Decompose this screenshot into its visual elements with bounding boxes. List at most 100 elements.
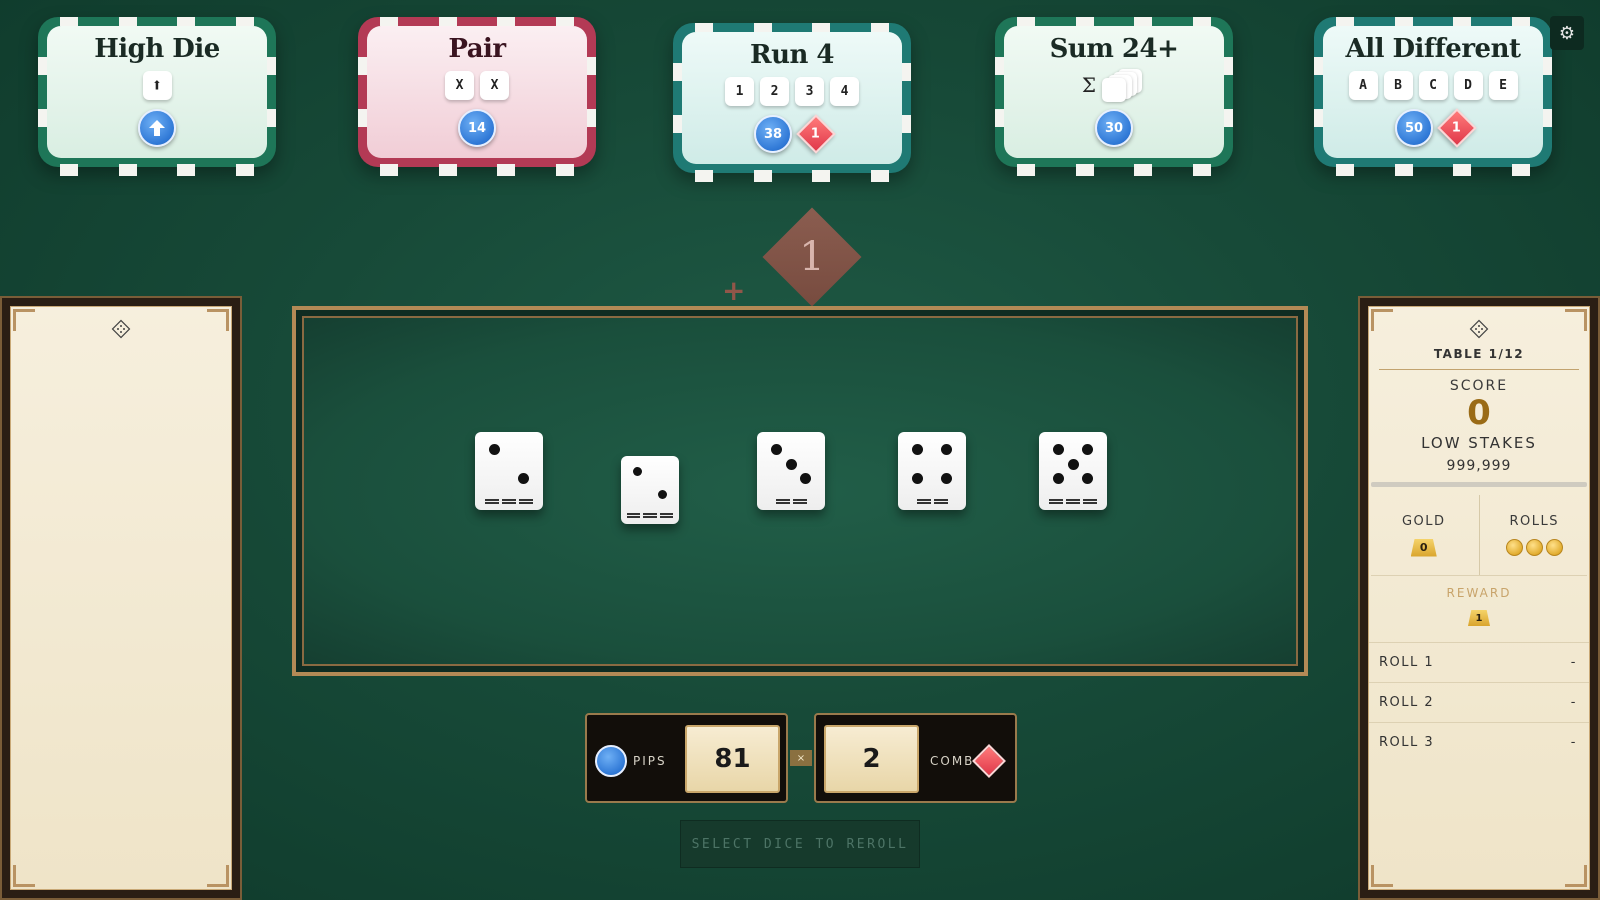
diamond-ornament-icon bbox=[1469, 319, 1489, 339]
score-value: 0 bbox=[1467, 393, 1491, 433]
table-counter: TABLE 1/12 bbox=[1433, 347, 1525, 361]
dice-table bbox=[292, 306, 1308, 676]
diamond-ornament-icon bbox=[111, 319, 131, 339]
glyph: 1 bbox=[725, 76, 754, 106]
die-face bbox=[621, 456, 679, 510]
pip bbox=[518, 472, 530, 484]
sigma-icon: Σ bbox=[1081, 73, 1097, 97]
pip bbox=[1052, 472, 1064, 484]
floating-combo-value: 1 bbox=[799, 234, 825, 280]
coin-icon bbox=[1545, 539, 1563, 556]
die-base bbox=[627, 512, 673, 520]
die-2[interactable] bbox=[621, 456, 679, 524]
stakes-label: LOW STAKES bbox=[1421, 434, 1537, 452]
combo-card-pair[interactable]: Pair X X 14 bbox=[358, 17, 596, 176]
combo-panel: 2 COMBO bbox=[814, 713, 1017, 803]
combo-title: Sum 24+ bbox=[1049, 34, 1179, 64]
pips-chip-icon bbox=[595, 745, 627, 777]
combo-title: High Die bbox=[94, 34, 220, 64]
glyph: D bbox=[1453, 70, 1483, 100]
pips-chip: 50 bbox=[1395, 109, 1433, 147]
pip bbox=[1067, 458, 1079, 470]
sigma-stack-icon: Σ bbox=[1081, 69, 1146, 102]
combo-card-high-die[interactable]: High Die ⬆ bbox=[38, 17, 276, 176]
combo-diamond: 1 bbox=[796, 114, 836, 154]
pip bbox=[658, 490, 668, 500]
pip bbox=[1082, 472, 1094, 484]
combo-card-run-4[interactable]: Run 4 1 2 3 4 38 1 bbox=[673, 23, 911, 182]
arrow-up-icon bbox=[149, 120, 165, 136]
gold-bar-icon: 1 bbox=[1468, 610, 1490, 626]
reroll-button[interactable]: SELECT DICE TO REROLL bbox=[680, 820, 920, 868]
combo-value: 2 bbox=[824, 725, 919, 793]
glyph: 2 bbox=[760, 76, 789, 106]
glyph: 3 bbox=[795, 76, 824, 106]
die-1[interactable] bbox=[475, 432, 543, 510]
pip bbox=[941, 472, 953, 484]
dice-area bbox=[302, 316, 1298, 666]
pips-chip: 30 bbox=[1095, 109, 1133, 147]
pips-value: 81 bbox=[685, 725, 780, 793]
combo-card-all-different[interactable]: All Different A B C D E 50 1 bbox=[1314, 17, 1552, 176]
glyph: 4 bbox=[830, 76, 859, 106]
glyph: C bbox=[1418, 70, 1448, 100]
gold-label: GOLD bbox=[1401, 513, 1446, 529]
gold-bar-icon: 0 bbox=[1410, 538, 1437, 557]
reward-label: REWARD bbox=[1446, 586, 1512, 600]
die-face bbox=[757, 432, 825, 496]
glyph: X bbox=[480, 70, 509, 100]
pips-panel: PIPS 81 bbox=[585, 713, 788, 803]
combo-diamond: 1 bbox=[1437, 108, 1477, 148]
rolls-coins bbox=[1505, 539, 1563, 556]
rolls-label: ROLLS bbox=[1509, 514, 1559, 529]
die-base bbox=[1045, 498, 1101, 506]
die-face bbox=[898, 432, 966, 496]
die-face bbox=[475, 432, 543, 496]
combo-value: 1 bbox=[811, 126, 821, 142]
glyph: A bbox=[1348, 70, 1378, 100]
roll-row: ROLL 2- bbox=[1369, 682, 1589, 722]
pip bbox=[800, 472, 812, 484]
pips-label: PIPS bbox=[633, 754, 667, 768]
pip bbox=[785, 458, 797, 470]
floating-plus: + bbox=[722, 274, 746, 307]
glyph: B bbox=[1383, 70, 1413, 100]
pips-chip: 14 bbox=[458, 109, 496, 147]
pip bbox=[770, 444, 782, 456]
combo-title: Run 4 bbox=[749, 40, 835, 70]
roll-row: ROLL 1- bbox=[1369, 642, 1589, 682]
pips-chip bbox=[138, 109, 176, 147]
pips-chip: 38 bbox=[754, 115, 792, 153]
combo-value: 1 bbox=[1452, 120, 1462, 136]
coin-icon bbox=[1505, 539, 1523, 556]
pip bbox=[941, 444, 953, 456]
stakes-value: 999,999 bbox=[1446, 458, 1512, 474]
pip bbox=[632, 466, 642, 476]
die-4[interactable] bbox=[898, 432, 966, 510]
glyph: E bbox=[1488, 70, 1518, 100]
pip bbox=[911, 472, 923, 484]
die-base bbox=[481, 498, 537, 506]
arrow-up-icon: ⬆ bbox=[142, 70, 172, 100]
multiply-sign: × bbox=[790, 750, 812, 766]
roll-row: ROLL 3- bbox=[1369, 722, 1589, 762]
die-base bbox=[904, 498, 960, 506]
score-label: SCORE bbox=[1449, 378, 1509, 394]
glyph: X bbox=[445, 70, 474, 100]
coin-icon bbox=[1525, 539, 1543, 556]
combo-title: All Different bbox=[1345, 34, 1521, 64]
combo-diamond-icon bbox=[972, 744, 1006, 778]
right-panel: TABLE 1/12 SCORE 0 LOW STAKES 999,999 GO… bbox=[1358, 296, 1600, 900]
pip bbox=[1052, 444, 1064, 456]
pip bbox=[911, 444, 923, 456]
die-5[interactable] bbox=[1039, 432, 1107, 510]
gear-icon: ⚙ bbox=[1558, 22, 1576, 44]
combo-title: Pair bbox=[448, 34, 506, 64]
pip bbox=[488, 444, 500, 456]
die-face bbox=[1039, 432, 1107, 496]
die-3[interactable] bbox=[757, 432, 825, 510]
left-panel bbox=[0, 296, 242, 900]
combo-card-sum-24[interactable]: Sum 24+ Σ 30 bbox=[995, 17, 1233, 176]
die-base bbox=[763, 498, 819, 506]
settings-gear-button[interactable]: ⚙ bbox=[1550, 16, 1584, 50]
